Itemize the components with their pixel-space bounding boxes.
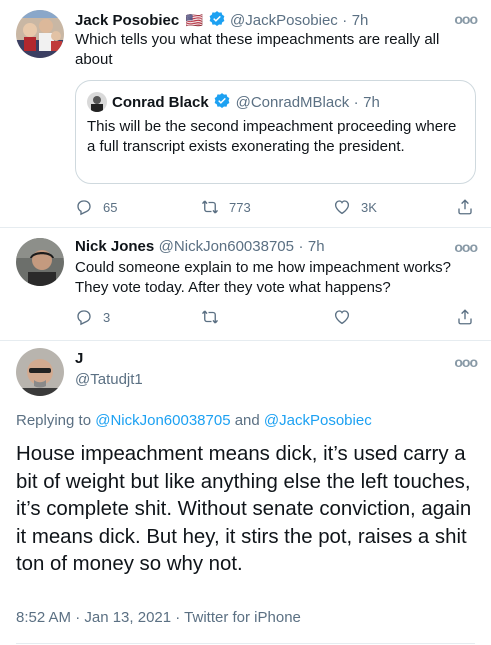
author-name[interactable]: Jack Posobiec [75,12,179,29]
flag-emoji: 🇺🇸 [185,12,204,28]
author-handle[interactable]: @Tatudjt1 [75,371,143,388]
separator-dot: · [342,12,348,29]
tweet-jack-posobiec[interactable]: Jack Posobiec 🇺🇸 @JackPosobiec · 7h ooo … [0,0,491,228]
main-tweet: J @Tatudjt1 ooo Replying to @NickJon6003… [0,341,491,645]
share-icon [458,309,472,325]
author-name[interactable]: Nick Jones [75,238,154,255]
reply-button[interactable]: 3 [75,308,110,326]
share-button[interactable] [456,308,474,326]
reply-icon [77,310,91,326]
retweet-button[interactable] [201,308,219,326]
share-icon [458,199,472,215]
like-count: 3K [361,199,377,215]
verified-icon [213,93,235,111]
replying-and: and [234,412,260,429]
tweet-nick-jones[interactable]: Nick Jones @NickJon60038705 · 7h ooo Cou… [0,228,491,340]
like-button[interactable] [333,308,351,326]
tweet-metadata: 8:52 AM · Jan 13, 2021 · Twitter for iPh… [16,609,301,626]
more-icon[interactable]: ooo [454,239,478,255]
reply-count: 3 [103,309,111,325]
verified-icon [208,11,230,29]
quoted-tweet-time[interactable]: 7h [363,94,380,111]
author-handle[interactable]: @JackPosobiec [230,12,338,29]
replying-to-line: Replying to @NickJon60038705 and @JackPo… [16,412,372,429]
reply-icon [77,200,91,216]
tweet-time[interactable]: 7h [352,12,369,29]
reply-button[interactable]: 65 [75,198,117,216]
tweet-time[interactable]: 7h [308,238,325,255]
like-button[interactable]: 3K [333,198,377,216]
tweet-timestamp[interactable]: 8:52 AM · Jan 13, 2021 · [16,609,184,626]
more-icon[interactable]: ooo [454,354,478,370]
retweet-button[interactable]: 773 [201,198,251,216]
author-handle[interactable]: @NickJon60038705 [159,238,294,255]
quoted-tweet[interactable]: Conrad Black @ConradMBlack · 7h This wil… [75,80,476,184]
tweet-text: Could someone explain to me how impeachm… [75,259,452,296]
separator-dot: · [353,94,359,111]
separator-dot: · [298,238,304,255]
like-icon [334,200,350,215]
quoted-author-name[interactable]: Conrad Black [112,94,209,111]
tweet-text: Which tells you what these impeachments … [75,31,440,68]
quoted-tweet-text: This will be the second impeachment proc… [87,118,457,155]
replying-prefix: Replying to [16,412,92,429]
replying-to-link-1[interactable]: @NickJon60038705 [95,412,230,429]
avatar-jack-posobiec[interactable] [16,10,64,58]
replying-to-link-2[interactable]: @JackPosobiec [264,412,372,429]
main-tweet-text: House impeachment means dick, it’s used … [16,443,472,575]
reply-count: 65 [103,199,118,215]
avatar-conrad-black[interactable] [87,92,107,112]
metadata-divider [16,643,475,644]
like-icon [334,310,350,325]
avatar-nick-jones[interactable] [16,238,64,286]
avatar-j[interactable] [16,348,64,396]
quoted-author-handle[interactable]: @ConradMBlack [236,94,350,111]
author-name[interactable]: J [75,350,83,367]
share-button[interactable] [456,198,474,216]
retweet-icon [201,200,219,214]
tweet-source[interactable]: Twitter for iPhone [184,609,301,626]
more-icon[interactable]: ooo [454,11,478,27]
retweet-icon [201,310,219,324]
retweet-count: 773 [229,199,251,215]
